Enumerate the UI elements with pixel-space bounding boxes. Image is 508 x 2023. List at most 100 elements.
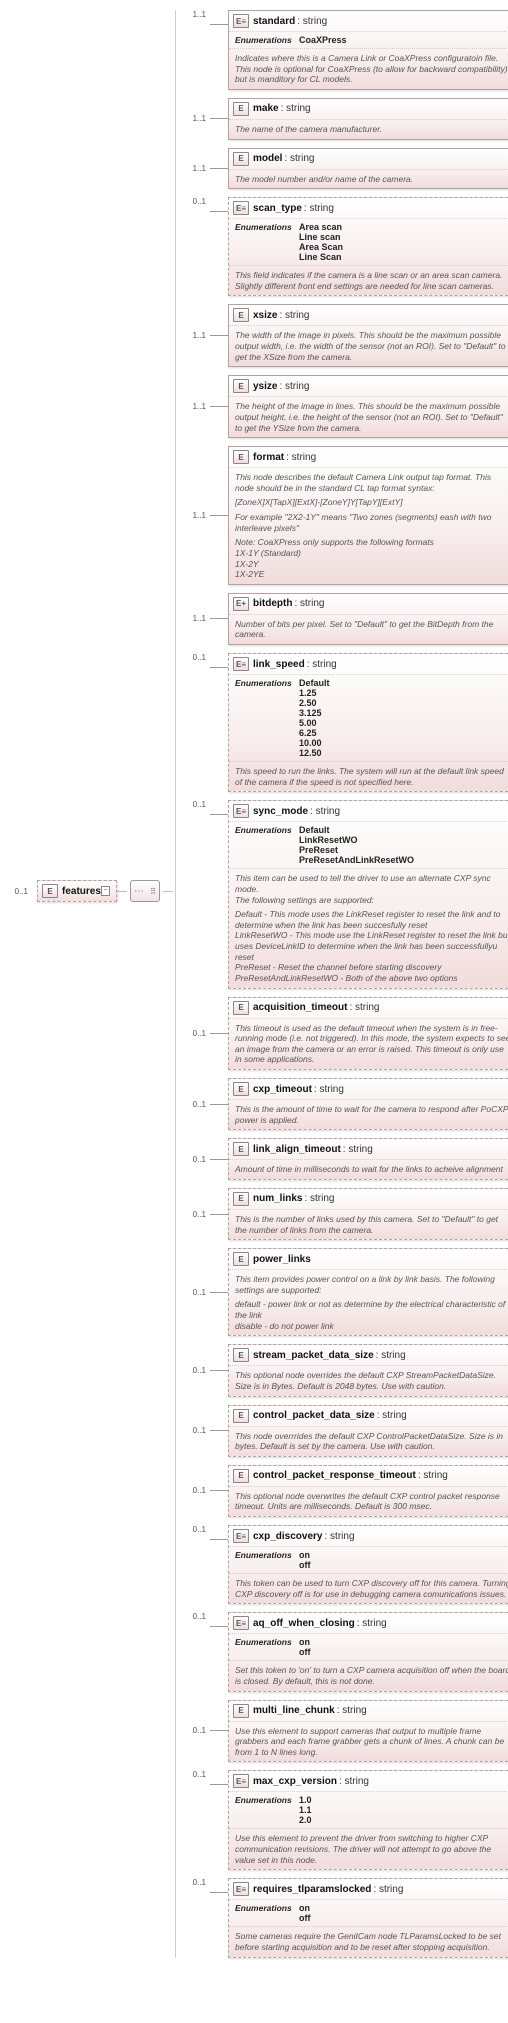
enum-label: Enumerations [235, 678, 299, 758]
element-type: : string [284, 153, 314, 164]
element-card[interactable]: Econtrol_packet_response_timeout : strin… [228, 1465, 508, 1517]
enum-value: on [299, 1550, 311, 1560]
description: Set this token to 'on' to turn a CXP cam… [229, 1661, 508, 1690]
element-card[interactable]: Econtrol_packet_data_size : stringThis n… [228, 1405, 508, 1457]
element-type-icon: E [233, 152, 249, 166]
enum-value: on [299, 1637, 311, 1647]
cardinality-label: 0..1 [188, 1366, 210, 1375]
enum-value: Area Scan [299, 242, 343, 252]
element-type: : string [286, 452, 316, 463]
element-card[interactable]: Emake : stringThe name of the camera man… [228, 98, 508, 140]
cardinality-label: 0..1 [188, 197, 210, 206]
enumeration-block: EnumerationsDefaultLinkResetWOPreResetPr… [229, 822, 508, 869]
enum-value: PreReset [299, 845, 414, 855]
element-card[interactable]: Elink_align_timeout : stringAmount of ti… [228, 1138, 508, 1180]
enum-value: Area scan [299, 222, 343, 232]
node-row: 0..1 E≡max_cxp_version : stringEnumeratio… [188, 1770, 508, 1870]
description: This is the number of links used by this… [229, 1210, 508, 1239]
element-card[interactable]: E≡standard : stringEnumerationsCoaXPress… [228, 10, 508, 90]
element-name: power_links [253, 1254, 311, 1265]
description: Amount of time in milliseconds to wait f… [229, 1160, 508, 1179]
root-card[interactable]: E features − [37, 880, 117, 902]
description: The name of the camera manufacturer. [229, 120, 508, 139]
element-type: : string [279, 381, 309, 392]
tree-rail [175, 10, 176, 1958]
element-card[interactable]: Emulti_line_chunk : stringUse this eleme… [228, 1700, 508, 1763]
element-type: : string [304, 203, 334, 214]
enum-value: 5.00 [299, 718, 330, 728]
element-card[interactable]: Ecxp_timeout : stringThis is the amount … [228, 1078, 508, 1130]
enumeration-block: Enumerationsonoff [229, 1547, 508, 1574]
cardinality-label: 0..1 [188, 653, 210, 662]
node-row: 0..1Enum_links : stringThis is the numbe… [188, 1188, 508, 1240]
element-name: aq_off_when_closing [253, 1618, 355, 1629]
enum-values: onoff [299, 1903, 311, 1923]
node-row: 0..1 E≡cxp_discovery : stringEnumerations… [188, 1525, 508, 1604]
cardinality-label: 0..1 [188, 1100, 210, 1109]
element-card[interactable]: Emodel : stringThe model number and/or n… [228, 148, 508, 190]
enum-value: LinkResetWO [299, 835, 414, 845]
element-card[interactable]: E≡cxp_discovery : stringEnumerationsonof… [228, 1525, 508, 1604]
enum-value: 2.0 [299, 1815, 312, 1825]
element-type-icon: E≡ [233, 1882, 249, 1896]
element-name: sync_mode [253, 806, 308, 817]
cardinality-label: 1..1 [188, 511, 210, 520]
element-name: link_speed [253, 659, 305, 670]
cardinality-label: 1..1 [188, 164, 210, 173]
element-name: ysize [253, 381, 277, 392]
element-type-icon: E≡ [233, 1529, 249, 1543]
element-card[interactable]: E≡aq_off_when_closing : stringEnumeratio… [228, 1612, 508, 1691]
schema-tree: 0..1 E features − 1..1E≡standard : strin… [10, 10, 508, 1958]
enum-value: Default [299, 825, 414, 835]
element-card[interactable]: E+bitdepth : stringNumber of bits per pi… [228, 593, 508, 645]
enum-label: Enumerations [235, 825, 299, 865]
collapse-toggle-icon[interactable]: − [101, 886, 110, 896]
element-type: : string [297, 16, 327, 27]
enum-value: 6.25 [299, 728, 330, 738]
enum-values: 1.01.12.0 [299, 1795, 312, 1825]
element-card[interactable]: Epower_linksThis item provides power con… [228, 1248, 508, 1336]
element-card[interactable]: Eformat : stringThis node describes the … [228, 446, 508, 585]
element-card[interactable]: Enum_links : stringThis is the number of… [228, 1188, 508, 1240]
element-name: scan_type [253, 203, 302, 214]
element-name: link_align_timeout [253, 1144, 341, 1155]
enum-value: 12.50 [299, 748, 330, 758]
element-card[interactable]: E≡max_cxp_version : stringEnumerations1.… [228, 1770, 508, 1870]
cardinality-label: 1..1 [188, 10, 210, 19]
cardinality-label: 0..1 [188, 1726, 210, 1735]
cardinality-label: 1..1 [188, 402, 210, 411]
element-type-icon: E [233, 308, 249, 322]
element-card[interactable]: Eacquisition_timeout : stringThis timeou… [228, 997, 508, 1071]
element-type: : string [343, 1144, 373, 1155]
root-name: features [62, 886, 101, 897]
description: This node overrrides the default CXP Con… [229, 1427, 508, 1456]
cardinality-label: 0..1 [188, 1770, 210, 1779]
element-card[interactable]: Exsize : stringThe width of the image in… [228, 304, 508, 367]
enum-value: Default [299, 678, 330, 688]
element-type-icon: E≡ [233, 1616, 249, 1630]
element-card[interactable]: E≡sync_mode : stringEnumerationsDefaultL… [228, 800, 508, 988]
description: Indicates where this is a Camera Link or… [229, 49, 508, 89]
element-card[interactable]: E≡scan_type : stringEnumerationsArea sca… [228, 197, 508, 296]
element-type-icon: E [233, 450, 249, 464]
element-card[interactable]: E≡link_speed : stringEnumerationsDefault… [228, 653, 508, 792]
element-type-icon: E [233, 1348, 249, 1362]
description: This speed to run the links. The system … [229, 762, 508, 791]
enum-label: Enumerations [235, 1795, 299, 1825]
element-card[interactable]: Estream_packet_data_size : stringThis op… [228, 1344, 508, 1396]
cardinality-label: 0..1 [188, 800, 210, 809]
element-type-icon: E [233, 1469, 249, 1483]
element-type-icon: E [233, 1192, 249, 1206]
node-row: 0..1Econtrol_packet_response_timeout : s… [188, 1465, 508, 1517]
enum-label: Enumerations [235, 35, 299, 45]
cardinality-label: 0..1 [188, 1525, 210, 1534]
enum-label: Enumerations [235, 1637, 299, 1657]
description: Some cameras require the GeniICam node T… [229, 1927, 508, 1956]
enum-value: PreResetAndLinkResetWO [299, 855, 414, 865]
element-card[interactable]: E≡requires_tlparamslocked : stringEnumer… [228, 1878, 508, 1957]
element-type-icon: E≡ [233, 804, 249, 818]
element-card[interactable]: Eysize : stringThe height of the image i… [228, 375, 508, 438]
cardinality-label: 0..1 [188, 1155, 210, 1164]
enum-values: DefaultLinkResetWOPreResetPreResetAndLin… [299, 825, 414, 865]
enum-value: 2.50 [299, 698, 330, 708]
